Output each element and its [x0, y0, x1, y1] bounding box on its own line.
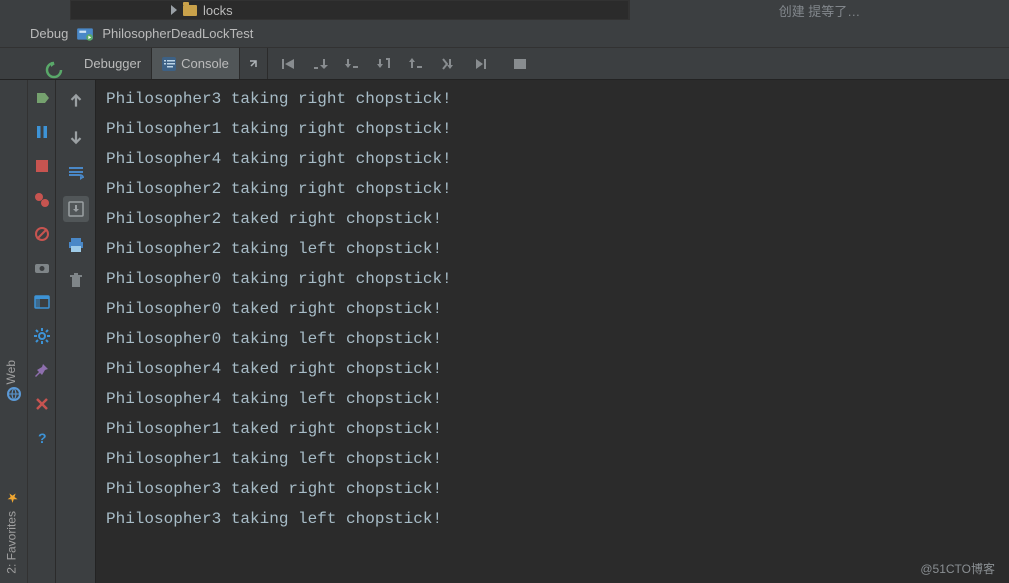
right-pane-hint: 创建 提等了… — [629, 0, 1009, 20]
soft-wrap-icon[interactable] — [63, 160, 89, 186]
console-icon — [162, 57, 176, 71]
debug-toolwindow-header: Debug PhilosopherDeadLockTest — [0, 20, 1009, 48]
force-step-into-icon[interactable] — [374, 54, 394, 74]
watermark: @51CTO博客 — [920, 560, 995, 577]
restore-layout-icon[interactable] — [30, 290, 54, 314]
console-line: Philosopher4 taking left chopstick! — [106, 384, 999, 414]
console-line: Philosopher4 taked right chopstick! — [106, 354, 999, 384]
project-tree-item[interactable]: locks — [70, 0, 629, 20]
console-line: Philosopher2 taking left chopstick! — [106, 234, 999, 264]
scroll-down-icon[interactable] — [63, 124, 89, 150]
scroll-up-icon[interactable] — [63, 88, 89, 114]
help-icon[interactable]: ? — [30, 426, 54, 450]
stop-icon[interactable] — [30, 154, 54, 178]
step-over-icon[interactable] — [310, 54, 330, 74]
console-line: Philosopher2 taked right chopstick! — [106, 204, 999, 234]
thread-dump-icon[interactable] — [30, 256, 54, 280]
console-gutter — [56, 80, 96, 583]
show-execution-point-icon[interactable] — [30, 86, 54, 110]
mute-breakpoints-icon[interactable] — [30, 222, 54, 246]
step-into-icon[interactable] — [342, 54, 362, 74]
side-tab-favorites[interactable]: 2: Favorites ★ — [4, 490, 19, 574]
rerun-icon[interactable] — [40, 56, 68, 84]
tree-item-label: locks — [203, 3, 233, 18]
pause-icon[interactable] — [30, 120, 54, 144]
tab-debugger[interactable]: Debugger — [74, 48, 152, 79]
view-breakpoints-icon[interactable] — [30, 188, 54, 212]
console-line: Philosopher1 taking right chopstick! — [106, 114, 999, 144]
svg-text:?: ? — [38, 430, 47, 446]
side-tab-web[interactable]: Web — [4, 360, 18, 384]
settings-icon[interactable] — [30, 324, 54, 348]
console-output[interactable]: Philosopher3 taking right chopstick!Phil… — [96, 80, 1009, 583]
tab-console[interactable]: Console — [152, 48, 240, 79]
close-icon[interactable] — [30, 392, 54, 416]
drop-frame-icon[interactable] — [438, 54, 458, 74]
console-line: Philosopher3 taked right chopstick! — [106, 474, 999, 504]
tab-console-label: Console — [181, 56, 229, 71]
console-line: Philosopher0 taking left chopstick! — [106, 324, 999, 354]
expand-arrow-icon — [171, 5, 177, 15]
debug-label: Debug — [30, 26, 68, 41]
console-line: Philosopher3 taking left chopstick! — [106, 504, 999, 534]
console-line: Philosopher0 taked right chopstick! — [106, 294, 999, 324]
console-line: Philosopher1 taked right chopstick! — [106, 414, 999, 444]
debug-side-rail: ? — [28, 80, 56, 583]
console-line: Philosopher0 taking right chopstick! — [106, 264, 999, 294]
run-config-name: PhilosopherDeadLockTest — [102, 26, 253, 41]
pin-tab-icon[interactable] — [30, 358, 54, 382]
evaluate-icon[interactable] — [510, 54, 530, 74]
web-rail-icon[interactable] — [6, 386, 22, 405]
folder-icon — [183, 5, 197, 16]
tab-more-dropdown[interactable] — [240, 48, 268, 79]
run-config-icon — [76, 25, 94, 43]
console-line: Philosopher1 taking left chopstick! — [106, 444, 999, 474]
console-line: Philosopher3 taking right chopstick! — [106, 84, 999, 114]
print-icon[interactable] — [63, 232, 89, 258]
tab-debugger-label: Debugger — [84, 56, 141, 71]
star-icon: ★ — [4, 490, 19, 505]
step-out-icon[interactable] — [406, 54, 426, 74]
scroll-to-end-icon[interactable] — [63, 196, 89, 222]
step-back-icon[interactable] — [278, 54, 298, 74]
console-line: Philosopher2 taking right chopstick! — [106, 174, 999, 204]
clear-all-icon[interactable] — [63, 268, 89, 294]
run-to-cursor-icon[interactable] — [470, 54, 490, 74]
console-line: Philosopher4 taking right chopstick! — [106, 144, 999, 174]
